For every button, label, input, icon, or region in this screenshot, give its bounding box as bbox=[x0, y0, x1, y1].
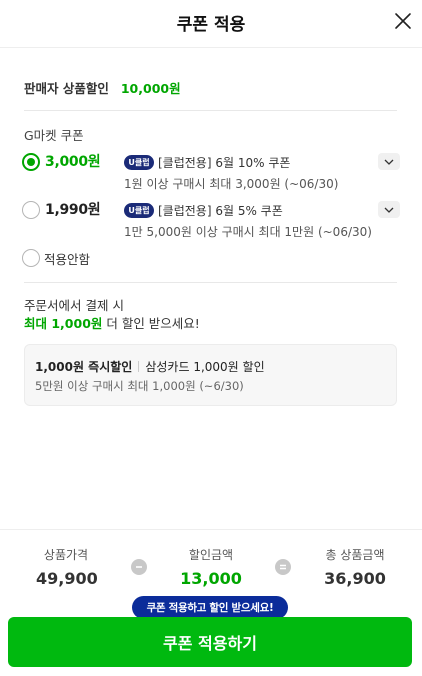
promo-line2: 더 할인 받으세요! bbox=[102, 316, 200, 331]
modal-header: 쿠폰 적용 bbox=[0, 0, 422, 48]
radio-unselected[interactable] bbox=[22, 201, 40, 219]
close-icon[interactable] bbox=[392, 10, 414, 32]
radio-unselected[interactable] bbox=[22, 249, 40, 267]
seller-discount-label: 판매자 상품할인 bbox=[24, 80, 109, 96]
apply-coupon-button[interactable]: 쿠폰 적용하기 bbox=[8, 617, 412, 667]
coupon-info: U클럽 [클럽전용] 6월 5% 쿠폰 1만 5,000원 이상 구매시 최대 … bbox=[124, 201, 374, 240]
uclub-badge: U클럽 bbox=[124, 154, 154, 170]
card-offer-text: 삼성카드 1,000원 할인 bbox=[145, 360, 265, 374]
chevron-down-icon[interactable] bbox=[378, 201, 400, 218]
gmarket-coupon-label: G마켓 쿠폰 bbox=[24, 128, 84, 143]
chevron-down-icon[interactable] bbox=[378, 153, 400, 170]
product-price-value: 49,900 bbox=[36, 569, 98, 588]
product-price: 상품가격 49,900 bbox=[36, 546, 98, 588]
equals-icon bbox=[275, 559, 291, 575]
card-offer-box: 1,000원 즉시할인 삼성카드 1,000원 할인 5만원 이상 구매시 최대… bbox=[24, 344, 397, 406]
divider bbox=[24, 282, 397, 283]
no-apply-option[interactable]: 적용안함 bbox=[22, 249, 90, 267]
total-amount: 총 상품금액 36,900 bbox=[318, 546, 392, 588]
coupon-condition: 1원 이상 구매시 최대 3,000원 (~06/30) bbox=[124, 177, 339, 191]
promo-line1: 주문서에서 결제 시 bbox=[24, 298, 124, 313]
radio-selected[interactable] bbox=[22, 153, 40, 171]
no-apply-label: 적용안함 bbox=[44, 251, 91, 267]
discount-value: 13,000 bbox=[180, 569, 242, 588]
card-offer-title: 1,000원 즉시할인 bbox=[35, 360, 133, 374]
coupon-amount: 1,990원 bbox=[45, 202, 101, 218]
uclub-badge: U클럽 bbox=[124, 202, 154, 218]
coupon-title: [클럽전용] 6월 5% 쿠폰 bbox=[158, 203, 283, 218]
modal-title: 쿠폰 적용 bbox=[176, 15, 246, 35]
discount-label: 할인금액 bbox=[188, 548, 234, 562]
promo-highlight: 최대 1,000원 bbox=[24, 316, 103, 331]
payment-promo: 주문서에서 결제 시 최대 1,000원 더 할인 받으세요! bbox=[24, 297, 200, 333]
coupon-title: [클럽전용] 6월 10% 쿠폰 bbox=[158, 155, 291, 170]
coupon-info: U클럽 [클럽전용] 6월 10% 쿠폰 1원 이상 구매시 최대 3,000원… bbox=[124, 153, 374, 192]
separator bbox=[138, 361, 140, 372]
divider bbox=[24, 110, 397, 111]
coupon-amount: 3,000원 bbox=[45, 154, 101, 170]
discount-amount: 할인금액 13,000 bbox=[176, 546, 246, 588]
seller-discount-amount: 10,000원 bbox=[120, 80, 181, 96]
total-label: 총 상품금액 bbox=[325, 548, 385, 562]
product-price-label: 상품가격 bbox=[43, 548, 89, 562]
apply-tooltip: 쿠폰 적용하고 할인 받으세요! bbox=[132, 596, 288, 625]
total-value: 36,900 bbox=[324, 569, 386, 588]
card-offer-condition: 5만원 이상 구매시 최대 1,000원 (~6/30) bbox=[35, 379, 244, 393]
seller-discount-row: 판매자 상품할인 10,000원 bbox=[24, 77, 181, 97]
coupon-condition: 1만 5,000원 이상 구매시 최대 1만원 (~06/30) bbox=[124, 225, 372, 239]
minus-icon bbox=[131, 559, 147, 575]
